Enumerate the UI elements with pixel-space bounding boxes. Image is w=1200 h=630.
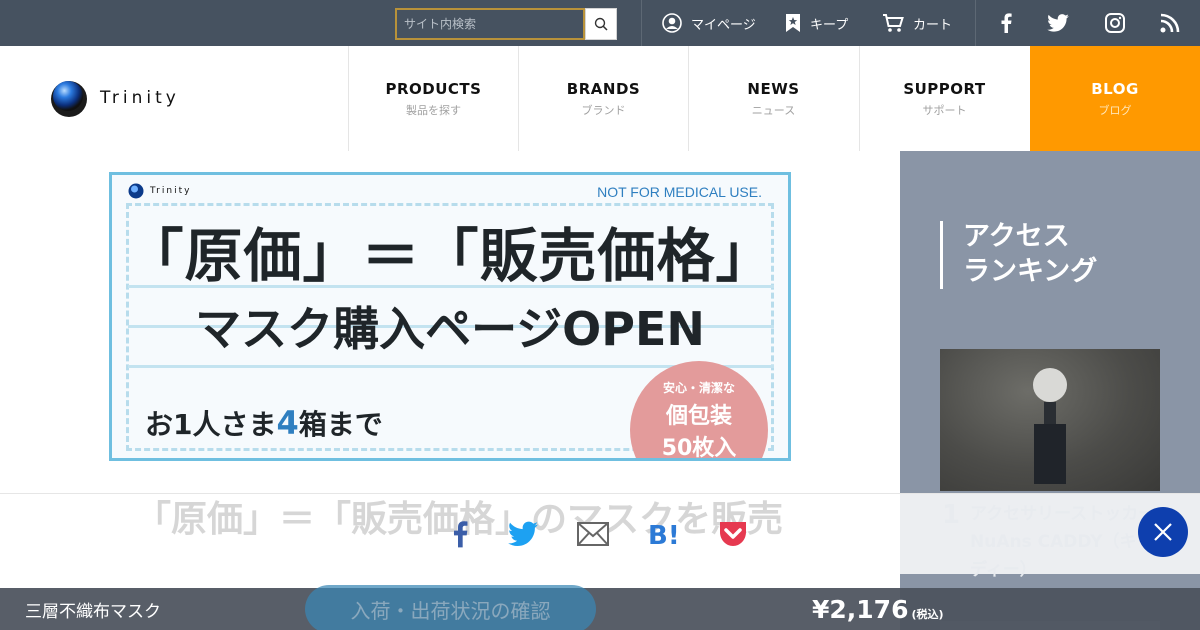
cart-label: カート	[913, 17, 953, 33]
nav-support-label: SUPPORT	[903, 79, 986, 98]
trinity-sphere-logo-icon	[128, 183, 144, 199]
pocket-icon	[720, 522, 746, 546]
nav-brands-label: BRANDS	[566, 79, 641, 98]
ranking-item-1-image[interactable]	[940, 349, 1160, 491]
badge-line-1: 安心・清潔な	[662, 381, 735, 395]
user-icon	[662, 13, 682, 33]
product-price: ¥2,176 (税込)	[812, 588, 944, 630]
twitter-icon	[1047, 14, 1069, 32]
mypage-link[interactable]: マイページ	[662, 0, 756, 46]
share-twitter-button[interactable]	[505, 517, 541, 551]
logo-text: Trinity	[100, 88, 180, 108]
ranking-title: アクセス ランキング	[963, 221, 1098, 287]
nav-blog[interactable]: BLOG ブログ	[1030, 46, 1200, 151]
rss-icon	[1160, 13, 1180, 33]
instagram-link[interactable]	[1095, 0, 1135, 46]
nav-support-sublabel: サポート	[922, 103, 967, 117]
badge-line-3: 50枚入	[661, 436, 737, 461]
limit-suffix: 箱まで	[298, 408, 383, 441]
badge-line-2: 個包装	[665, 404, 732, 429]
mypage-label: マイページ	[691, 17, 756, 33]
top-utility-bar: マイページ キープ カート	[0, 0, 1200, 46]
banner-headline: 「原価」＝「販売価格」	[125, 222, 775, 290]
close-button[interactable]	[1138, 507, 1188, 557]
hatena-bookmark-icon: B!	[648, 521, 679, 548]
nav-blog-sublabel: ブログ	[1098, 103, 1132, 117]
nav-products-label: PRODUCTS	[385, 79, 482, 98]
nav-support[interactable]: SUPPORT サポート	[859, 46, 1029, 151]
facebook-icon	[454, 521, 468, 548]
nav-products-sublabel: 製品を探す	[406, 103, 461, 117]
price-value: ¥2,176	[812, 594, 909, 624]
nav-news-label: NEWS	[747, 79, 800, 98]
banner-purchase-limit: お1人さま4箱まで	[145, 403, 383, 443]
divider	[641, 0, 642, 46]
search-icon	[594, 17, 608, 31]
share-hatena-bookmark-button[interactable]: B!	[645, 517, 681, 551]
product-purchase-bar: 三層不織布マスク	[0, 588, 1200, 630]
ranking-item-1-rank: 1	[942, 500, 961, 530]
search-button[interactable]	[585, 8, 617, 40]
keep-label: キープ	[810, 17, 849, 33]
cart-icon	[883, 14, 904, 32]
banner-disclaimer: NOT FOR MEDICAL USE.	[597, 184, 762, 200]
mail-icon	[577, 522, 609, 546]
banner-logo-text: Trinity	[150, 186, 192, 196]
nav-brands-sublabel: ブランド	[581, 103, 626, 117]
facebook-icon	[1001, 13, 1012, 33]
stock-status-button[interactable]: 入荷・出荷状況の確認	[305, 585, 596, 630]
share-facebook-button[interactable]	[442, 517, 478, 551]
facebook-link[interactable]	[986, 0, 1026, 46]
limit-number: 4	[276, 404, 299, 442]
nav-news[interactable]: NEWS ニュース	[688, 46, 858, 151]
site-logo[interactable]: Trinity	[50, 78, 180, 118]
keep-link[interactable]: キープ	[785, 0, 848, 46]
rss-link[interactable]	[1150, 0, 1190, 46]
twitter-link[interactable]	[1038, 0, 1078, 46]
mask-promo-banner[interactable]: Trinity NOT FOR MEDICAL USE. 「原価」＝「販売価格」…	[109, 172, 791, 461]
banner-logo: Trinity	[128, 183, 191, 199]
search-input[interactable]	[395, 8, 585, 40]
product-photo-icon	[1033, 368, 1067, 484]
share-pocket-button[interactable]	[715, 517, 751, 551]
svg-text:B!: B!	[648, 521, 679, 548]
ranking-title-accent	[940, 221, 943, 289]
site-search	[395, 8, 617, 40]
limit-prefix: お1人さま	[145, 408, 277, 441]
nav-blog-label: BLOG	[1091, 79, 1139, 98]
trinity-sphere-logo-icon	[51, 81, 87, 117]
instagram-icon	[1105, 13, 1125, 33]
share-email-button[interactable]	[575, 517, 611, 551]
close-icon	[1154, 523, 1172, 541]
divider	[975, 0, 976, 46]
nav-news-sublabel: ニュース	[751, 103, 796, 117]
bookmark-star-icon	[786, 14, 800, 32]
price-tax-note: (税込)	[911, 608, 944, 621]
nav-products[interactable]: PRODUCTS 製品を探す	[348, 46, 518, 151]
product-name: 三層不織布マスク	[25, 601, 161, 622]
nav-brands[interactable]: BRANDS ブランド	[518, 46, 688, 151]
twitter-icon	[508, 521, 538, 546]
cart-link[interactable]: カート	[882, 0, 952, 46]
banner-subheadline: マスク購入ページOPEN	[195, 302, 705, 356]
